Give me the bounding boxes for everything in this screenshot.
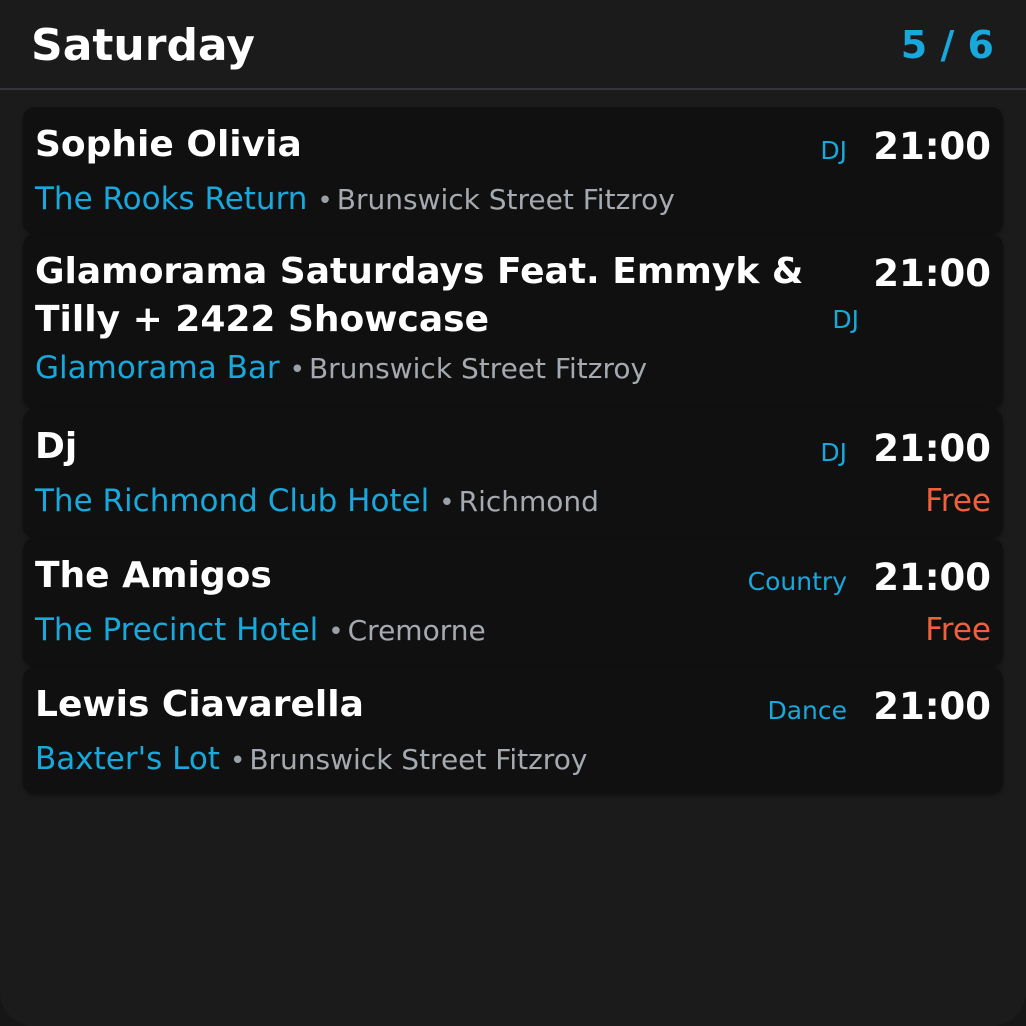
bullet-separator: • [317,186,333,216]
event-top-row: Dj DJ 21:00 [35,423,991,477]
venue-link[interactable]: Glamorama Bar [35,350,280,386]
event-card[interactable]: Glamorama Saturdays Feat. Emmyk & Tilly … [23,234,1003,409]
event-top-row: Sophie Olivia DJ 21:00 [35,121,991,175]
event-name: Lewis Ciavarella [35,684,364,725]
event-time: 21:00 [873,125,991,168]
event-name: Dj [35,426,78,467]
genre-tag: Country [747,567,847,596]
venue-line: The Rooks Return • Brunswick Street Fitzro… [35,177,991,223]
bullet-separator: • [289,355,305,385]
event-card[interactable]: The Amigos Country 21:00 The Precinct Ho… [23,538,1003,667]
event-list: Sophie Olivia DJ 21:00 The Rooks Return •… [23,107,1003,794]
venue-line: Baxter's Lot • Brunswick Street Fitzroy [35,737,991,783]
event-meta: 21:00 DJ [832,248,991,344]
app-frame: Saturday 5 / 6 Sophie Olivia DJ 21:00 Th… [0,0,1026,1026]
genre-tag: Dance [767,696,847,725]
event-meta: DJ 21:00 [820,121,991,175]
suburb-label: Cremorne [347,614,486,647]
price-label: Free [925,483,991,519]
header: Saturday 5 / 6 [0,0,1026,90]
suburb-label: Richmond [458,485,599,518]
event-card[interactable]: Dj DJ 21:00 The Richmond Club Hotel • Rich… [23,409,1003,538]
suburb-label: Brunswick Street Fitzroy [249,743,588,776]
page-indicator: 5 / 6 [900,23,994,67]
bullet-separator: • [439,488,455,518]
venue-link[interactable]: The Richmond Club Hotel [35,483,429,519]
bullet-separator: • [229,746,246,776]
event-time: 21:00 [873,556,991,599]
event-name: Glamorama Saturdays Feat. Emmyk & Tilly … [35,251,804,340]
event-bottom-row: The Rooks Return • Brunswick Street Fitzro… [35,177,991,223]
event-top-row: Lewis Ciavarella Dance 21:00 [35,681,991,735]
event-time: 21:00 [873,252,991,295]
event-bottom-row: The Precinct Hotel • Cremorne Free [35,608,991,654]
event-meta: Dance 21:00 [767,681,991,735]
event-bottom-row: The Richmond Club Hotel • Richmond Free [35,479,991,525]
event-top-row: The Amigos Country 21:00 [35,552,991,606]
genre-tag: DJ [820,438,847,467]
venue-line: Glamorama Bar • Brunswick Street Fitzroy [35,346,991,392]
event-name: Sophie Olivia [35,124,302,165]
event-meta: DJ 21:00 [820,423,991,477]
suburb-label: Brunswick Street Fitzroy [336,183,675,216]
venue-link[interactable]: The Precinct Hotel [35,612,318,648]
venue-line: The Precinct Hotel • Cremorne [35,608,925,654]
event-bottom-row: Glamorama Bar • Brunswick Street Fitzroy [35,346,991,392]
event-time: 21:00 [873,427,991,470]
bullet-separator: • [328,617,344,647]
venue-link[interactable]: The Rooks Return [35,181,307,217]
event-card[interactable]: Lewis Ciavarella Dance 21:00 Baxter's Lo… [23,667,1003,794]
price-label: Free [925,612,991,648]
venue-link[interactable]: Baxter's Lot [35,741,220,777]
event-top-row: Glamorama Saturdays Feat. Emmyk & Tilly … [35,248,991,344]
genre-tag: DJ [820,136,847,165]
day-title: Saturday [31,20,255,71]
event-bottom-row: Baxter's Lot • Brunswick Street Fitzroy [35,737,991,783]
event-name: The Amigos [35,555,272,596]
genre-tag: DJ [832,305,859,334]
event-meta: Country 21:00 [748,552,991,606]
suburb-label: Brunswick Street Fitzroy [308,352,648,385]
event-time: 21:00 [873,685,991,728]
event-card[interactable]: Sophie Olivia DJ 21:00 The Rooks Return •… [23,107,1003,234]
venue-line: The Richmond Club Hotel • Richmond [35,479,925,525]
